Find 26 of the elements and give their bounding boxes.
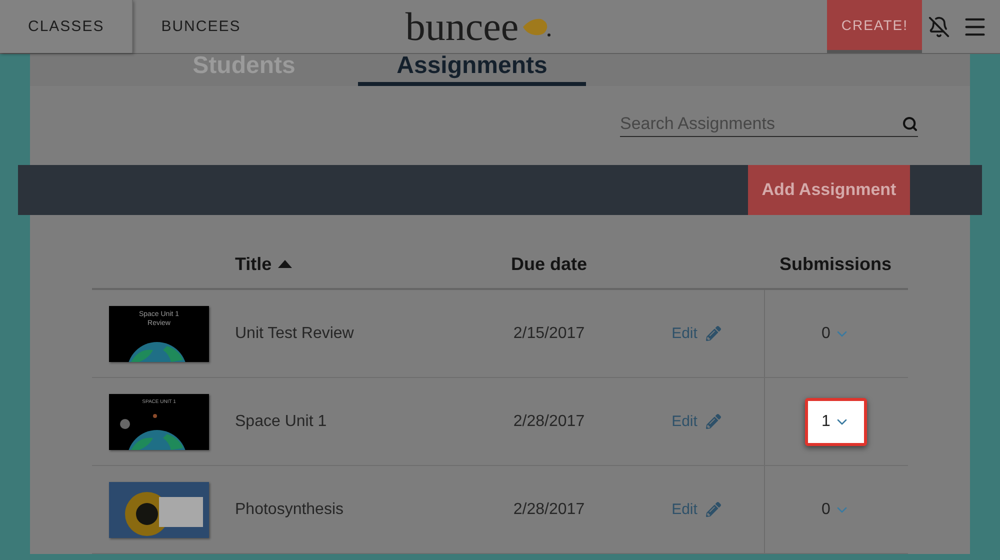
column-header[interactable]: Due date: [510, 254, 588, 274]
pencil-icon: [706, 414, 722, 429]
nav-link[interactable]: BUNCEES: [133, 0, 269, 53]
column-header[interactable]: Submissions: [779, 254, 892, 274]
edit-link[interactable]: Edit: [629, 325, 764, 342]
tab[interactable]: Assignments: [358, 50, 586, 86]
submissions-dropdown[interactable]: 0: [804, 486, 868, 534]
assignment-title: Unit Test Review: [235, 324, 355, 342]
create-button[interactable]: CREATE!: [827, 0, 922, 53]
nav-link[interactable]: CLASSES: [0, 0, 134, 53]
search-icon: [902, 116, 918, 132]
due-date: 2/28/2017: [512, 500, 586, 518]
edit-link[interactable]: Edit: [629, 501, 764, 518]
submissions-dropdown[interactable]: 1: [804, 398, 868, 446]
pencil-icon: [706, 502, 722, 517]
edit-link[interactable]: Edit: [629, 413, 764, 430]
logo-text: buncee: [405, 6, 519, 46]
assignment-title: Space Unit 1: [235, 412, 328, 430]
submissions-dropdown[interactable]: 0: [804, 310, 868, 358]
add-assignment-button[interactable]: Add Assignment: [748, 165, 910, 215]
pencil-icon: [706, 326, 722, 341]
planet-icon: [153, 414, 157, 418]
column-header[interactable]: Title: [235, 254, 272, 274]
due-date: 2/15/2017: [512, 324, 586, 342]
due-date: 2/28/2017: [512, 412, 586, 430]
assignment-title: Photosynthesis: [235, 500, 345, 518]
